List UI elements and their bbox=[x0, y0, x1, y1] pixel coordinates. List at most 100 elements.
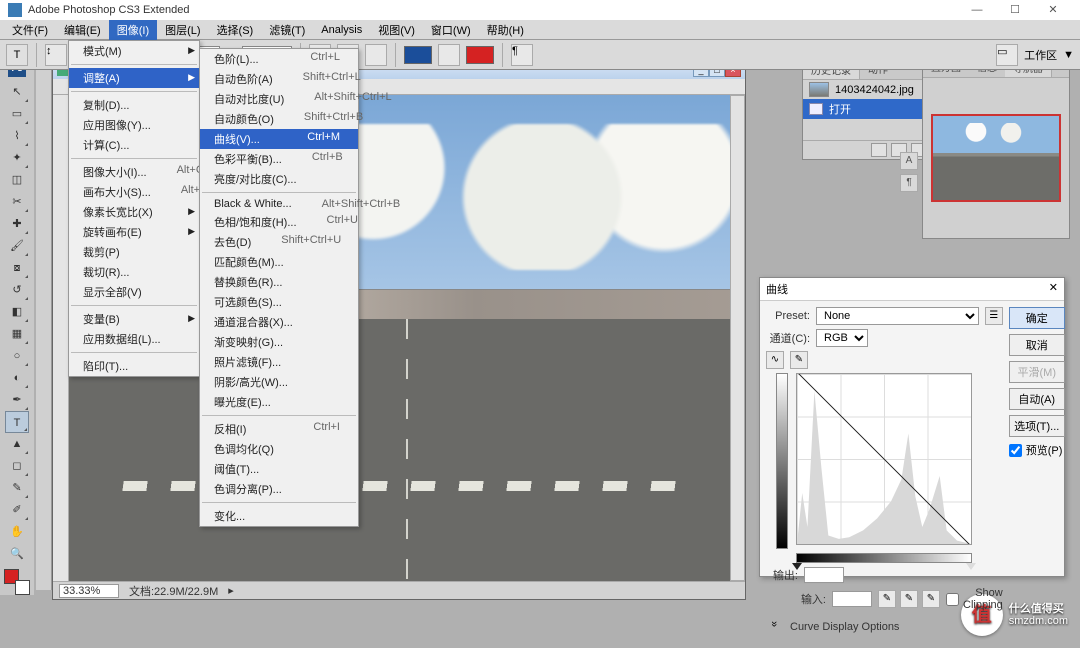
menu-item[interactable]: 照片滤镜(F)... bbox=[200, 352, 358, 372]
preset-menu-icon[interactable]: ☰ bbox=[985, 307, 1003, 325]
history-source-row[interactable]: 1403424042.jpg bbox=[803, 80, 931, 99]
menu-item[interactable]: 像素长宽比(X)▶ bbox=[69, 202, 199, 222]
eraser-tool[interactable]: ◧ bbox=[5, 301, 29, 323]
zoom-tool[interactable]: 🔍 bbox=[5, 543, 29, 565]
crop-tool[interactable]: ◫ bbox=[5, 169, 29, 191]
curves-options-button[interactable]: 选项(T)... bbox=[1009, 415, 1065, 437]
menu-item[interactable]: 匹配颜色(M)... bbox=[200, 252, 358, 272]
stamp-tool[interactable]: ⧇ bbox=[5, 257, 29, 279]
minimize-button[interactable]: — bbox=[958, 0, 996, 20]
preset-dropdown[interactable]: None bbox=[816, 307, 979, 325]
menu-window[interactable]: 窗口(W) bbox=[423, 20, 479, 40]
curve-display-options[interactable]: Curve Display Options bbox=[790, 621, 899, 633]
curve-mode-button[interactable]: ∿ bbox=[766, 351, 784, 369]
maximize-button[interactable]: ☐ bbox=[996, 0, 1034, 20]
menu-item[interactable]: 变化... bbox=[200, 506, 358, 526]
menu-item[interactable]: 计算(C)... bbox=[69, 135, 199, 155]
white-point-eyedropper[interactable]: ✎ bbox=[922, 590, 940, 608]
menu-item[interactable]: 去色(D)Shift+Ctrl+U bbox=[200, 232, 358, 252]
menu-item[interactable]: 陷印(T)... bbox=[69, 356, 199, 376]
gray-point-eyedropper[interactable]: ✎ bbox=[900, 590, 918, 608]
menu-item[interactable]: 裁切(R)... bbox=[69, 262, 199, 282]
text-color-swatch[interactable] bbox=[404, 46, 432, 64]
shape-tool[interactable]: ◻ bbox=[5, 455, 29, 477]
dodge-tool[interactable]: ◐ bbox=[5, 367, 29, 389]
menu-edit[interactable]: 编辑(E) bbox=[56, 20, 109, 40]
pen-tool[interactable]: ✒ bbox=[5, 389, 29, 411]
menu-item[interactable]: 色调分离(P)... bbox=[200, 479, 358, 499]
path-select-tool[interactable]: ▲ bbox=[5, 433, 29, 455]
orientation-toggle[interactable]: ↕ bbox=[45, 44, 67, 66]
navigator-thumbnail[interactable] bbox=[923, 78, 1069, 238]
menu-item[interactable]: 应用数据组(L)... bbox=[69, 329, 199, 349]
screen-mode-button[interactable]: ▭ bbox=[996, 44, 1018, 66]
menu-item[interactable]: 色阶(L)...Ctrl+L bbox=[200, 49, 358, 69]
menu-item[interactable]: 自动颜色(O)Shift+Ctrl+B bbox=[200, 109, 358, 129]
slice-tool[interactable]: ✂ bbox=[5, 191, 29, 213]
menu-item[interactable]: 旋转画布(E)▶ bbox=[69, 222, 199, 242]
menu-item[interactable]: 曲线(V)...Ctrl+M bbox=[200, 129, 358, 149]
menu-item[interactable]: 画布大小(S)...Alt+Ctrl+C bbox=[69, 182, 199, 202]
foreground-background-swatch[interactable] bbox=[4, 569, 30, 595]
menu-item[interactable]: 图像大小(I)...Alt+Ctrl+I bbox=[69, 162, 199, 182]
lasso-tool[interactable]: ⌇ bbox=[5, 125, 29, 147]
menu-analysis[interactable]: Analysis bbox=[313, 22, 370, 38]
history-brush-tool[interactable]: ↺ bbox=[5, 279, 29, 301]
eyedropper-tool[interactable]: ✐ bbox=[5, 499, 29, 521]
menu-item[interactable]: 自动对比度(U)Alt+Shift+Ctrl+L bbox=[200, 89, 358, 109]
menu-item[interactable]: 色相/饱和度(H)...Ctrl+U bbox=[200, 212, 358, 232]
cancel-swatch[interactable] bbox=[466, 46, 494, 64]
character-panel-icon[interactable]: A bbox=[900, 152, 918, 170]
menu-item[interactable]: 通道混合器(X)... bbox=[200, 312, 358, 332]
menu-item[interactable]: 反相(I)Ctrl+I bbox=[200, 419, 358, 439]
character-panel-toggle[interactable]: ¶ bbox=[511, 44, 533, 66]
menu-item[interactable]: 亮度/对比度(C)... bbox=[200, 169, 358, 189]
menu-item[interactable]: 变量(B)▶ bbox=[69, 309, 199, 329]
warp-text-button[interactable] bbox=[438, 44, 460, 66]
channel-dropdown[interactable]: RGB bbox=[816, 329, 868, 347]
menu-image[interactable]: 图像(I) bbox=[109, 20, 157, 40]
menu-item[interactable]: 显示全部(V) bbox=[69, 282, 199, 302]
menu-layer[interactable]: 图层(L) bbox=[157, 20, 208, 40]
output-field[interactable] bbox=[804, 567, 844, 583]
menu-item[interactable]: 模式(M)▶ bbox=[69, 41, 199, 61]
menu-item[interactable]: 自动色阶(A)Shift+Ctrl+L bbox=[200, 69, 358, 89]
marquee-tool[interactable]: ▭ bbox=[5, 103, 29, 125]
menu-select[interactable]: 选择(S) bbox=[209, 20, 262, 40]
curves-close-button[interactable]: ✕ bbox=[1049, 281, 1058, 297]
menu-item[interactable]: 可选颜色(S)... bbox=[200, 292, 358, 312]
menu-item[interactable]: 色彩平衡(B)...Ctrl+B bbox=[200, 149, 358, 169]
gradient-tool[interactable]: ▦ bbox=[5, 323, 29, 345]
menu-item[interactable]: 应用图像(Y)... bbox=[69, 115, 199, 135]
menu-view[interactable]: 视图(V) bbox=[370, 20, 423, 40]
auto-button[interactable]: 自动(A) bbox=[1009, 388, 1065, 410]
zoom-field[interactable]: 33.33% bbox=[59, 584, 119, 598]
paragraph-panel-icon[interactable]: ¶ bbox=[900, 174, 918, 192]
brush-tool[interactable]: 🖌 bbox=[5, 235, 29, 257]
align-right-button[interactable] bbox=[365, 44, 387, 66]
type-tool[interactable]: T bbox=[5, 411, 29, 433]
vertical-ruler[interactable] bbox=[53, 95, 69, 581]
menu-item[interactable]: 复制(D)... bbox=[69, 95, 199, 115]
menu-item[interactable]: 曝光度(E)... bbox=[200, 392, 358, 412]
show-clipping-checkbox[interactable]: Show Clipping bbox=[946, 587, 1003, 611]
pencil-mode-button[interactable]: ✎ bbox=[790, 351, 808, 369]
ok-button[interactable]: 确定 bbox=[1009, 307, 1065, 329]
notes-tool[interactable]: ✎ bbox=[5, 477, 29, 499]
menu-item[interactable]: 替换颜色(R)... bbox=[200, 272, 358, 292]
active-tool-icon[interactable]: T bbox=[6, 44, 28, 66]
close-button[interactable]: ✕ bbox=[1034, 0, 1072, 20]
menu-item[interactable]: 裁剪(P) bbox=[69, 242, 199, 262]
menu-item[interactable]: 阈值(T)... bbox=[200, 459, 358, 479]
menu-file[interactable]: 文件(F) bbox=[4, 20, 56, 40]
curves-graph[interactable] bbox=[796, 373, 972, 545]
menu-item[interactable]: Black & White...Alt+Shift+Ctrl+B bbox=[200, 196, 358, 212]
menu-filter[interactable]: 滤镜(T) bbox=[261, 20, 313, 40]
history-step-open[interactable]: 打开 bbox=[803, 99, 931, 119]
wand-tool[interactable]: ✦ bbox=[5, 147, 29, 169]
menu-help[interactable]: 帮助(H) bbox=[479, 20, 532, 40]
preview-checkbox[interactable]: 预览(P) bbox=[1009, 442, 1065, 458]
smooth-button[interactable]: 平滑(M) bbox=[1009, 361, 1065, 383]
move-tool[interactable]: ↖ bbox=[5, 81, 29, 103]
healing-tool[interactable]: ✚ bbox=[5, 213, 29, 235]
